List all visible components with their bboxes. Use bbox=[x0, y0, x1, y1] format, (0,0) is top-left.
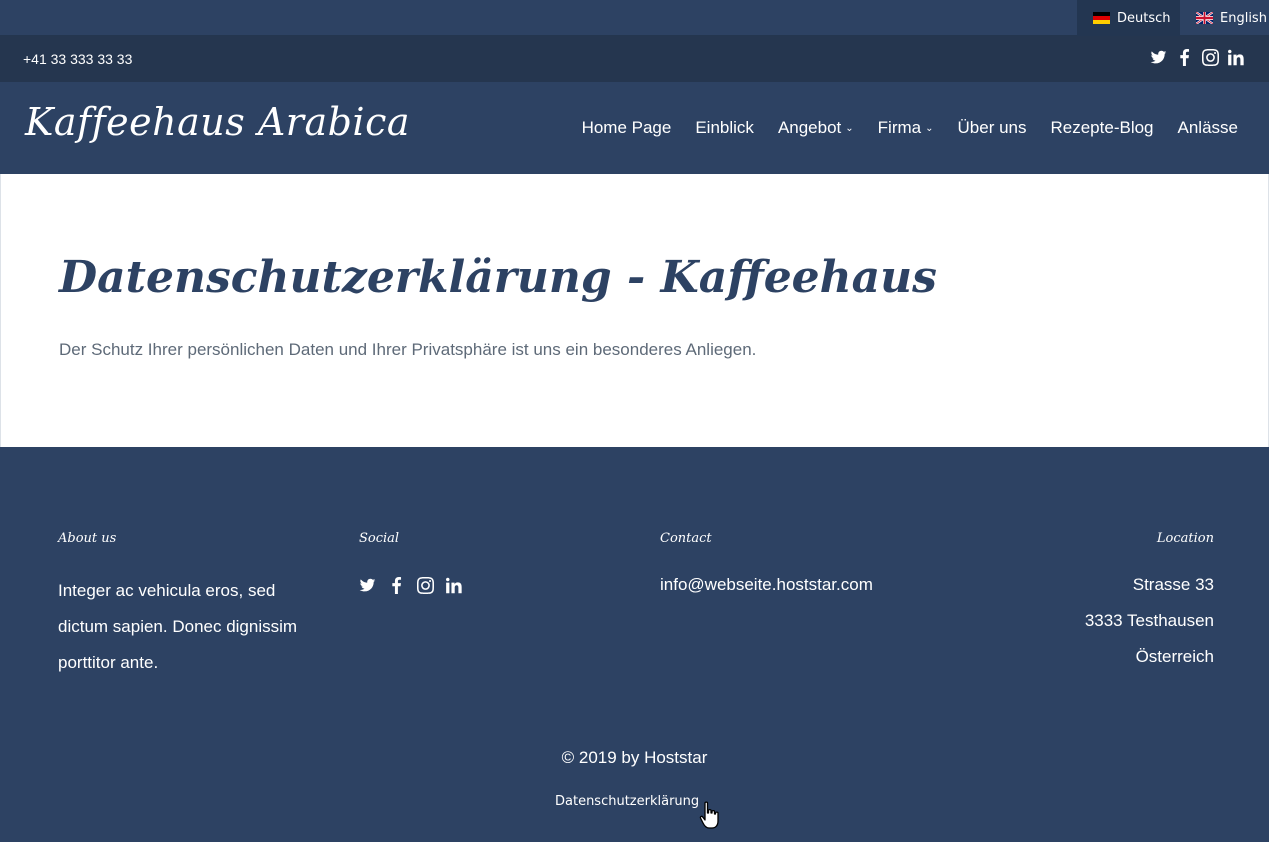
language-bar: Deutsch English bbox=[0, 0, 1269, 36]
nav-label: Einblick bbox=[695, 118, 754, 137]
page-subtitle: Der Schutz Ihrer persönlichen Daten und … bbox=[59, 340, 757, 359]
nav-label: Anlässe bbox=[1177, 118, 1238, 137]
header-social-links bbox=[1150, 49, 1245, 66]
footer-address-city: 3333 Testhausen bbox=[1084, 611, 1214, 630]
nav-label: Angebot bbox=[777, 118, 842, 137]
chevron-down-icon: ⌄ bbox=[845, 122, 854, 134]
copyright-text: © 2019 by Hoststar bbox=[561, 748, 708, 767]
footer-address-country: Österreich bbox=[1135, 647, 1214, 666]
nav-item-rezepte-blog[interactable]: Rezepte-Blog bbox=[1051, 118, 1154, 138]
footer-heading-about: About us bbox=[58, 531, 117, 546]
nav-item-ueber-uns[interactable]: Über uns bbox=[958, 118, 1027, 138]
instagram-icon[interactable] bbox=[1202, 49, 1219, 66]
nav-label: Über uns bbox=[957, 118, 1027, 137]
main-navigation: Home Page Einblick Angebot ⌄ Firma ⌄ Über … bbox=[582, 118, 1238, 138]
language-label: English bbox=[1220, 10, 1267, 26]
twitter-icon[interactable] bbox=[1150, 49, 1167, 66]
uk-flag-icon bbox=[1196, 12, 1213, 24]
footer-heading-contact: Contact bbox=[660, 531, 712, 546]
linkedin-icon[interactable] bbox=[446, 577, 463, 594]
footer-heading-location: Location bbox=[1156, 531, 1214, 546]
german-flag-icon bbox=[1093, 12, 1110, 24]
nav-item-angebot[interactable]: Angebot ⌄ bbox=[778, 118, 854, 138]
twitter-icon[interactable] bbox=[359, 577, 376, 594]
facebook-icon[interactable] bbox=[388, 577, 405, 594]
chevron-down-icon: ⌄ bbox=[925, 122, 934, 134]
page-title: Datenschutzerklärung - Kaffeehaus bbox=[59, 252, 937, 303]
language-label: Deutsch bbox=[1117, 10, 1171, 26]
phone-number[interactable]: +41 33 333 33 33 bbox=[23, 51, 132, 67]
facebook-icon[interactable] bbox=[1176, 49, 1193, 66]
language-switch-deutsch[interactable]: Deutsch bbox=[1077, 0, 1180, 36]
nav-item-home-page[interactable]: Home Page bbox=[582, 118, 672, 138]
nav-item-anlaesse[interactable]: Anlässe bbox=[1178, 118, 1238, 138]
footer-social-links bbox=[359, 577, 463, 594]
nav-label: Rezepte-Blog bbox=[1050, 118, 1154, 137]
nav-label: Firma bbox=[877, 118, 922, 137]
footer-email-link[interactable]: info@webseite.hoststar.com bbox=[660, 567, 873, 603]
language-switch-english[interactable]: English bbox=[1180, 0, 1269, 36]
privacy-policy-link[interactable]: Datenschutzerklärung bbox=[555, 794, 699, 809]
footer-address-street: Strasse 33 bbox=[1132, 575, 1214, 594]
hand-pointer-cursor-icon bbox=[699, 801, 719, 829]
site-logo[interactable]: Kaffeehaus Arabica bbox=[25, 100, 410, 144]
site-header: Kaffeehaus Arabica Home Page Einblick An… bbox=[0, 82, 1269, 174]
main-content: Datenschutzerklärung - Kaffeehaus Der Sc… bbox=[0, 174, 1269, 447]
site-footer: About us Integer ac vehicula eros, sed d… bbox=[0, 447, 1269, 842]
footer-about-text: Integer ac vehicula eros, sed dictum sap… bbox=[58, 581, 298, 672]
nav-item-firma[interactable]: Firma ⌄ bbox=[878, 118, 934, 138]
footer-heading-social: Social bbox=[359, 531, 400, 546]
nav-item-einblick[interactable]: Einblick bbox=[695, 118, 754, 138]
nav-label: Home Page bbox=[581, 118, 672, 137]
contact-bar: +41 33 333 33 33 bbox=[0, 36, 1269, 82]
linkedin-icon[interactable] bbox=[1228, 49, 1245, 66]
instagram-icon[interactable] bbox=[417, 577, 434, 594]
